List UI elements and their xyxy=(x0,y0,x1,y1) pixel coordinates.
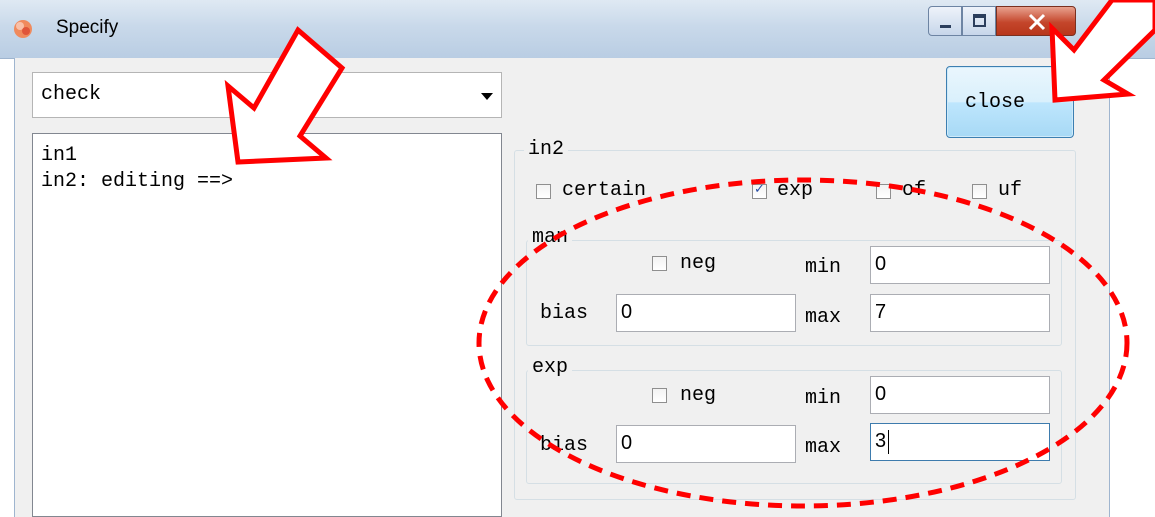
man-min-label: min xyxy=(805,256,842,279)
mode-select-value: check xyxy=(41,83,102,106)
man-min-value: 0 xyxy=(875,253,887,275)
man-bias-field[interactable]: 0 xyxy=(616,294,796,332)
minimize-icon xyxy=(940,25,951,28)
man-neg-label: neg xyxy=(680,252,717,275)
man-bias-label: bias xyxy=(540,302,589,325)
item-listbox[interactable]: in1 in2: editing ==> xyxy=(32,133,502,517)
list-item[interactable]: in2: editing ==> xyxy=(41,170,233,193)
close-button-label: close xyxy=(965,91,1026,114)
exp-neg-checkbox[interactable] xyxy=(652,388,667,403)
exp-bias-field[interactable]: 0 xyxy=(616,425,796,463)
exp-neg-label: neg xyxy=(680,384,717,407)
exp-max-value: 3 xyxy=(875,430,887,452)
uf-checkbox[interactable] xyxy=(972,184,987,199)
maximize-button[interactable] xyxy=(962,6,996,36)
man-max-value: 7 xyxy=(875,301,887,323)
list-item[interactable]: in1 xyxy=(41,144,77,167)
exp-checkbox[interactable] xyxy=(752,182,767,199)
exp-max-label: max xyxy=(805,436,842,459)
man-bias-value: 0 xyxy=(621,301,633,323)
exp-min-field[interactable]: 0 xyxy=(870,376,1050,414)
of-checkbox[interactable] xyxy=(876,184,891,199)
exp-max-field[interactable]: 3 xyxy=(870,423,1050,461)
exp-bias-value: 0 xyxy=(621,432,633,454)
man-group-label: man xyxy=(528,226,573,249)
mode-select[interactable]: check xyxy=(32,72,502,118)
app-icon xyxy=(14,20,32,38)
man-min-field[interactable]: 0 xyxy=(870,246,1050,284)
exp-min-label: min xyxy=(805,387,842,410)
window-title: Specify xyxy=(56,17,119,38)
certain-label: certain xyxy=(562,179,647,202)
minimize-button[interactable] xyxy=(928,6,962,36)
exp-bias-label: bias xyxy=(540,434,589,457)
title-bar[interactable]: Specify xyxy=(0,0,1155,59)
text-caret xyxy=(888,430,889,454)
specify-window: Specify check in1 in2: editing ==> close… xyxy=(0,0,1155,517)
certain-checkbox[interactable] xyxy=(536,184,551,199)
exp-checkbox-label: exp xyxy=(777,179,814,202)
man-max-field[interactable]: 7 xyxy=(870,294,1050,332)
maximize-icon xyxy=(973,14,986,27)
exp-min-value: 0 xyxy=(875,383,887,405)
man-neg-checkbox[interactable] xyxy=(652,256,667,271)
window-close-button[interactable] xyxy=(996,6,1076,36)
in2-group-label: in2 xyxy=(524,138,569,161)
chevron-down-icon[interactable] xyxy=(481,93,493,100)
of-label: of xyxy=(902,179,927,202)
close-icon xyxy=(1028,13,1046,31)
close-button[interactable]: close xyxy=(946,66,1074,138)
uf-label: uf xyxy=(998,179,1023,202)
exp-group-label: exp xyxy=(528,356,573,379)
man-max-label: max xyxy=(805,306,842,329)
